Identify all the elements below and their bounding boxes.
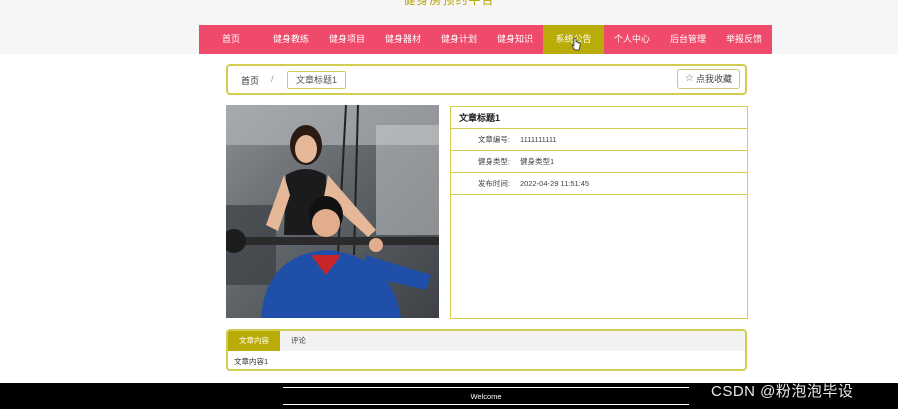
tab-comments[interactable]: 评论 bbox=[280, 331, 317, 351]
gym-photo-illustration bbox=[226, 105, 439, 318]
footer-divider-bottom bbox=[283, 404, 689, 405]
nav-item-knowledge[interactable]: 健身知识 bbox=[487, 25, 543, 54]
info-label: 文章编号: bbox=[477, 135, 510, 144]
main-navbar: 首页 健身教练 健身项目 健身器材 健身计划 健身知识 系统公告 个人中心 后台… bbox=[199, 25, 772, 54]
nav-item-home[interactable]: 首页 bbox=[199, 25, 263, 54]
nav-item-programs[interactable]: 健身项目 bbox=[319, 25, 375, 54]
article-image bbox=[226, 105, 439, 318]
info-value: 健身类型1 bbox=[520, 157, 555, 166]
nav-item-admin[interactable]: 后台管理 bbox=[660, 25, 716, 54]
info-row-fitness-type: 健身类型: 健身类型1 bbox=[451, 151, 747, 173]
site-title: 健身房预约平台 bbox=[403, 0, 495, 7]
info-label: 发布时间: bbox=[477, 179, 510, 188]
article-title: 文章标题1 bbox=[451, 107, 747, 129]
info-row-publish-time: 发布时间: 2022-04-29 11:51:45 bbox=[451, 173, 747, 195]
breadcrumb-current: 文章标题1 bbox=[287, 71, 347, 89]
star-outline-icon: ☆ bbox=[685, 73, 694, 84]
nav-item-plans[interactable]: 健身计划 bbox=[431, 25, 487, 54]
article-body: 文章内容1 bbox=[234, 357, 269, 366]
info-value: 1111111111 bbox=[520, 135, 557, 144]
article-content-box: 文章内容 评论 文章内容1 bbox=[226, 329, 747, 371]
nav-item-equipment[interactable]: 健身器材 bbox=[375, 25, 431, 54]
info-label: 健身类型: bbox=[477, 157, 510, 166]
favorite-button[interactable]: ☆ 点我收藏 bbox=[677, 69, 740, 89]
nav-item-announcements[interactable]: 系统公告 bbox=[543, 25, 604, 54]
content-tabs: 文章内容 评论 bbox=[228, 331, 745, 351]
watermark: CSDN @粉泡泡毕设 bbox=[711, 383, 854, 400]
nav-item-feedback[interactable]: 举报反馈 bbox=[716, 25, 772, 54]
nav-item-personal-center[interactable]: 个人中心 bbox=[604, 25, 660, 54]
nav-item-coaches[interactable]: 健身教练 bbox=[263, 25, 319, 54]
favorite-button-label: 点我收藏 bbox=[695, 74, 732, 84]
breadcrumb-separator: / bbox=[271, 74, 274, 84]
mouse-cursor-icon bbox=[571, 37, 581, 51]
footer-welcome: Welcome bbox=[470, 392, 502, 401]
info-row-article-id: 文章编号: 1111111111 bbox=[451, 129, 747, 151]
breadcrumb-home[interactable]: 首页 bbox=[241, 74, 259, 87]
tab-article-content[interactable]: 文章内容 bbox=[228, 331, 280, 351]
footer-divider-top bbox=[283, 387, 689, 388]
article-info-panel: 文章标题1 文章编号: 1111111111 健身类型: 健身类型1 发布时间:… bbox=[450, 106, 748, 319]
breadcrumb: 首页 / 文章标题1 ☆ 点我收藏 bbox=[226, 64, 747, 95]
info-value: 2022-04-29 11:51:45 bbox=[520, 179, 590, 188]
